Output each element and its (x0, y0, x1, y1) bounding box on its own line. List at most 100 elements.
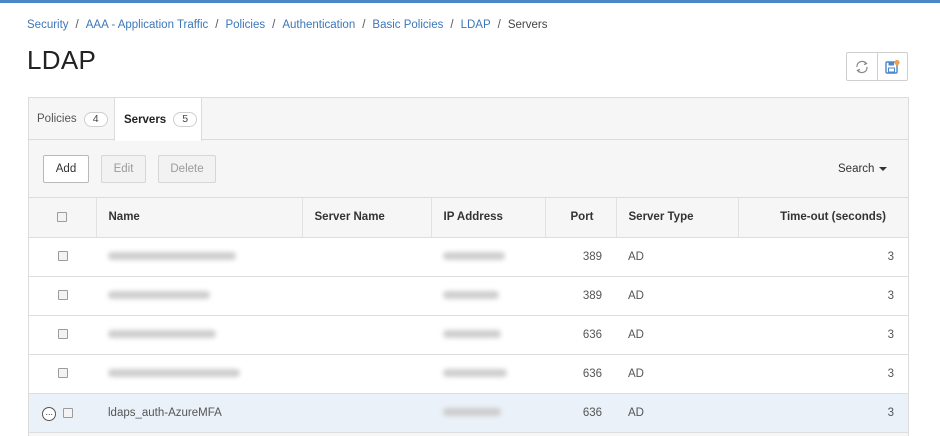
table-toolbar: Add Edit Delete Search (29, 141, 908, 198)
breadcrumb-separator: / (497, 19, 501, 31)
timeout-cell: 3 (738, 276, 908, 316)
server-type-cell: AD (616, 276, 738, 316)
breadcrumb-separator: / (272, 19, 276, 31)
column-header-port[interactable]: Port (545, 198, 617, 238)
breadcrumb-policies[interactable]: Policies (225, 19, 265, 31)
tab-bar: Policies 4 Servers 5 (29, 98, 908, 141)
timeout-cell: 3 (738, 237, 908, 277)
breadcrumb-ldap[interactable]: LDAP (461, 19, 491, 31)
table-row[interactable]: 389 AD 3 (29, 276, 908, 316)
redacted-name (108, 369, 240, 378)
redacted-ip (443, 408, 501, 417)
table-row[interactable]: 389 AD 3 (29, 237, 908, 277)
row-checkbox[interactable] (57, 251, 68, 262)
page-title: LDAP (27, 45, 97, 75)
tab-policies-label: Policies (37, 113, 77, 125)
row-checkbox[interactable] (57, 368, 68, 379)
redacted-ip (443, 330, 501, 339)
timeout-cell: 3 (738, 354, 908, 394)
server-type-cell: AD (616, 354, 738, 394)
breadcrumb-security[interactable]: Security (27, 19, 69, 31)
tab-servers-count: 5 (173, 112, 198, 127)
caret-down-icon (879, 167, 888, 171)
refresh-button[interactable] (847, 53, 877, 80)
table-row[interactable]: 636 AD 3 (29, 354, 908, 394)
page-tools (846, 52, 908, 81)
column-header-name[interactable]: Name (96, 198, 303, 238)
column-header-server-name[interactable]: Server Name (302, 198, 432, 238)
server-type-cell: AD (616, 315, 738, 355)
port-cell: 389 (545, 276, 616, 316)
ip-cell (431, 315, 545, 355)
server-type-cell: AD (616, 393, 738, 433)
name-cell[interactable]: ldaps_auth-AzureMFA (96, 393, 302, 433)
redacted-name (108, 291, 210, 300)
name-cell (96, 315, 302, 355)
tab-policies-count: 4 (83, 111, 108, 127)
select-all-header (29, 198, 97, 238)
port-cell: 636 (545, 393, 616, 433)
redacted-ip (443, 252, 505, 261)
table-header-row: Name Server Name IP Address Port Server … (29, 198, 908, 238)
name-cell (96, 276, 302, 316)
table-row[interactable]: ··· ldaps_auth-AzureMFA 636 AD 3 (29, 393, 908, 433)
refresh-icon (856, 60, 868, 73)
server-name-cell (302, 237, 431, 277)
row-select-cell (29, 315, 96, 355)
search-label: Search (838, 163, 875, 175)
servers-panel: Policies 4 Servers 5 Add Edit Delete Sea… (28, 97, 909, 436)
port-cell: 636 (545, 315, 616, 355)
servers-table: Name Server Name IP Address Port Server … (29, 198, 908, 433)
redacted-ip (443, 369, 507, 378)
breadcrumb-separator: / (450, 19, 454, 31)
breadcrumb-basic-policies[interactable]: Basic Policies (372, 19, 443, 31)
search-dropdown[interactable]: Search (838, 163, 888, 175)
ip-cell (431, 393, 545, 433)
breadcrumb-authentication[interactable]: Authentication (282, 19, 355, 31)
redacted-name (108, 330, 216, 339)
column-header-timeout[interactable]: Time-out (seconds) (738, 198, 908, 238)
ip-cell (431, 237, 545, 277)
server-name-cell (302, 276, 431, 316)
server-name-cell (302, 354, 431, 394)
timeout-cell: 3 (738, 393, 908, 433)
breadcrumb-aaa-application-traffic[interactable]: AAA - Application Traffic (86, 19, 209, 31)
breadcrumb-current: Servers (507, 19, 548, 31)
server-name-cell (302, 315, 431, 355)
port-cell: 636 (545, 354, 616, 394)
row-actions-ellipsis-icon[interactable]: ··· (42, 406, 56, 421)
redacted-ip (443, 291, 499, 300)
timeout-cell: 3 (738, 315, 908, 355)
row-checkbox[interactable] (57, 329, 68, 340)
name-cell (96, 354, 302, 394)
name-cell (96, 237, 302, 277)
row-checkbox[interactable] (57, 290, 68, 301)
tab-policies[interactable]: Policies 4 (37, 98, 108, 140)
save-icon (885, 59, 901, 74)
top-accent-bar (0, 0, 940, 3)
breadcrumb: Security / AAA - Application Traffic / Polic… (27, 19, 547, 33)
tab-servers-label: Servers (124, 113, 167, 126)
server-type-cell: AD (616, 237, 738, 277)
tab-servers[interactable]: Servers 5 (114, 98, 202, 141)
save-config-button[interactable] (876, 53, 907, 80)
column-header-ip-address[interactable]: IP Address (431, 198, 546, 238)
select-all-checkbox[interactable] (57, 212, 68, 223)
add-button[interactable]: Add (43, 155, 89, 183)
edit-button[interactable]: Edit (101, 155, 146, 183)
table-row[interactable]: 636 AD 3 (29, 315, 908, 355)
port-cell: 389 (545, 237, 616, 277)
breadcrumb-separator: / (362, 19, 366, 31)
row-select-cell (29, 354, 96, 394)
row-select-cell (29, 276, 96, 316)
row-select-cell: ··· (29, 393, 96, 433)
breadcrumb-separator: / (75, 19, 79, 31)
row-select-cell (29, 237, 96, 277)
server-name-cell (302, 393, 431, 433)
ip-cell (431, 276, 545, 316)
delete-button[interactable]: Delete (158, 155, 216, 183)
breadcrumb-separator: / (215, 19, 219, 31)
ip-cell (431, 354, 545, 394)
row-checkbox[interactable] (63, 407, 73, 418)
column-header-server-type[interactable]: Server Type (616, 198, 739, 238)
